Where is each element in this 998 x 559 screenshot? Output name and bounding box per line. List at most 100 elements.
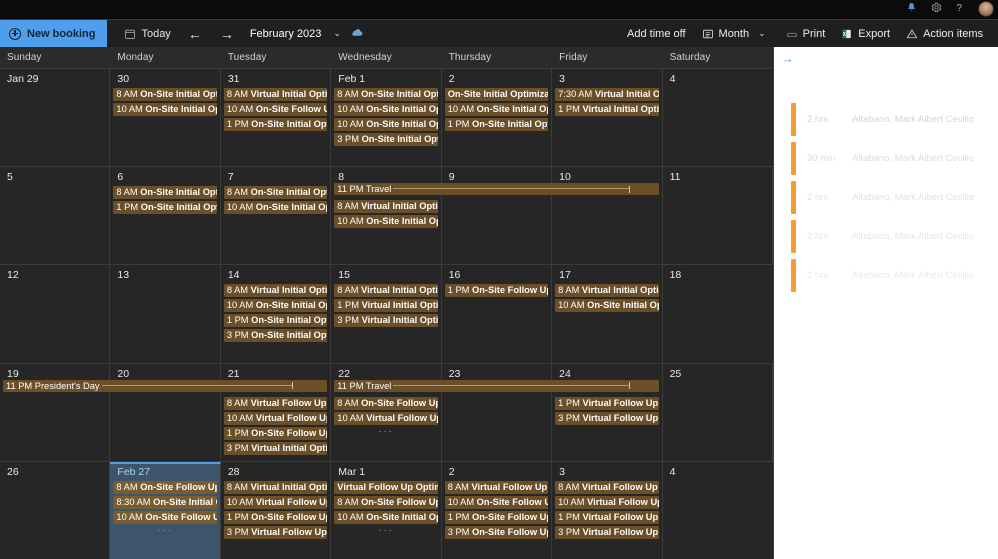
calendar-day-cell[interactable]: 30 8 AM On-Site Initial Optimi 10 AM On-Si… (110, 69, 221, 167)
expand-panel-arrow-icon[interactable]: → (774, 47, 794, 65)
date-picker-chevron-down-icon[interactable]: ⌄ (329, 24, 345, 43)
calendar-day-cell[interactable]: 12 (0, 265, 111, 363)
calendar-day-cell[interactable]: 228 AM On-Site Follow Up Op10 AM Virtual… (331, 363, 442, 461)
calendar-event-chip[interactable]: 8 AM On-Site Initial Optim (334, 88, 438, 101)
calendar-event-chip[interactable]: 8 AM Virtual Initial Optimiz (223, 480, 328, 494)
calendar-day-cell[interactable]: 23 (442, 363, 553, 461)
add-time-off-button[interactable]: Add time off (620, 24, 693, 44)
calendar-event-chip[interactable]: 1 PM On-Site Initial Optimi (223, 314, 328, 328)
calendar-event-chip[interactable]: Virtual Follow Up Optimizat (334, 480, 438, 494)
calendar-event-chip[interactable]: 1 PM On-Site Initial Optimi (444, 118, 549, 131)
calendar-event-chip[interactable]: 8 AM Virtual Initial Optimiz (334, 200, 438, 214)
calendar-event-chip[interactable]: 10 AM On-Site Follow Up O (223, 103, 328, 116)
calendar-event-chip[interactable]: 8 AM On-Site Initial Optimi (113, 88, 217, 101)
calendar-event-chip[interactable]: 10 AM On-Site Initial Optim (223, 299, 328, 313)
appointment-list-item[interactable]: 30 min Altabano, Mark Albert Cecilio (774, 139, 998, 178)
calendar-event-chip[interactable]: 3 PM Virtual Follow Up Opt (223, 525, 328, 539)
calendar-event-chip[interactable]: 3 PM Virtual Follow Up Opt (555, 411, 659, 425)
calendar-day-cell[interactable]: 148 AM Virtual Initial Optimiz10 AM On-S… (221, 265, 332, 363)
calendar-event-chip[interactable]: 8 AM On-Site Follow Up Op (113, 480, 217, 494)
calendar-event-chip[interactable]: 8 AM On-Site Follow Up Op (334, 396, 438, 410)
calendar-day-cell[interactable]: 4 (663, 462, 773, 559)
more-events-indicator[interactable]: ··· (334, 426, 437, 437)
calendar-event-chip[interactable]: 8 AM On-Site Initial Optimi (113, 186, 217, 200)
calendar-day-cell[interactable]: 10 (552, 167, 663, 265)
appointment-list-item[interactable]: 2 hrs Altabano, Mark Albert Cecilio (774, 100, 998, 139)
calendar-event-chip[interactable]: 10 AM On-Site Initial Optim (555, 299, 659, 313)
export-button[interactable]: Export (834, 24, 897, 44)
calendar-day-cell[interactable]: 158 AM Virtual Initial Optimiz1 PM Virtu… (331, 265, 442, 363)
calendar-day-cell[interactable]: Feb 18 AM On-Site Initial Optim10 AM On-… (331, 69, 442, 167)
notification-bell-icon[interactable] (906, 2, 917, 16)
calendar-day-cell[interactable]: 16 1 PM On-Site Follow Up Op (442, 265, 553, 363)
calendar-event-chip[interactable]: 8 AM Virtual Follow Up Opt (555, 480, 659, 494)
calendar-day-cell[interactable]: 68 AM On-Site Initial Optimi1 PM On-Site… (110, 167, 221, 265)
calendar-day-cell[interactable]: 218 AM Virtual Follow Up Opt10 AM Virtua… (221, 363, 332, 461)
all-day-span-event[interactable]: 11 PM Travel (334, 183, 659, 196)
calendar-day-cell[interactable]: 13 (110, 265, 221, 363)
user-avatar[interactable] (978, 1, 994, 17)
calendar-event-chip[interactable]: 10 AM On-Site Initial Optim (334, 103, 438, 116)
calendar-day-cell[interactable]: 88 AM Virtual Initial Optimiz10 AM On-Si… (331, 167, 442, 265)
calendar-event-chip[interactable]: 1 PM Virtual Follow Up Opt (555, 510, 659, 524)
calendar-event-chip[interactable]: 10 AM On-Site Initial Optim (334, 118, 438, 131)
calendar-event-chip[interactable]: 3 PM On-Site Follow Up Op (444, 525, 549, 539)
appointment-list-item[interactable]: 2 hrs Altabano, Mark Albert Cecilio (774, 178, 998, 217)
calendar-event-chip[interactable]: 8 AM Virtual Follow Up Opt (223, 396, 328, 410)
calendar-event-chip[interactable]: 8 AM On-Site Initial Optimi (223, 186, 328, 200)
settings-gear-icon[interactable] (931, 2, 942, 16)
help-question-icon[interactable]: ? (956, 4, 962, 14)
calendar-event-chip[interactable]: 1 PM Virtual Initial Optimiz (555, 103, 659, 116)
calendar-day-cell[interactable]: 11 (663, 167, 773, 265)
today-button[interactable]: Today (117, 24, 177, 44)
calendar-event-chip[interactable]: 1 PM On-Site Follow Up Op (223, 510, 328, 524)
calendar-event-chip[interactable]: 8:30 AM On-Site Initial Opti (113, 495, 217, 509)
appointment-list-item[interactable]: 2 hrs Altabano, Mark Albert Cecilio (774, 217, 998, 256)
calendar-day-cell[interactable]: 241 PM Virtual Follow Up Opt3 PM Virtual… (552, 363, 663, 461)
calendar-event-chip[interactable]: 3 PM On-Site Initial Optimi (223, 329, 328, 343)
calendar-event-chip[interactable]: 10 AM On-Site Follow Up O (113, 510, 217, 524)
calendar-event-chip[interactable]: 10 AM On-Site Initial Optim (113, 103, 217, 116)
calendar-event-chip[interactable]: 7:30 AM Virtual Initial Optim (555, 88, 659, 101)
calendar-event-chip[interactable]: 10 AM On-Site Initial Optim (334, 510, 438, 524)
calendar-day-cell[interactable]: Mar 1 Virtual Follow Up Optimizat 8 AM On-… (331, 461, 442, 559)
calendar-event-chip[interactable]: 1 PM Virtual Initial Optimiz (334, 299, 438, 313)
previous-month-button[interactable]: ← (180, 24, 210, 44)
calendar-event-chip[interactable]: 8 AM Virtual Follow Up Opt (444, 480, 549, 494)
calendar-day-cell[interactable]: 9 (442, 167, 553, 265)
calendar-event-chip[interactable]: 8 AM Virtual Initial Optimiz (555, 284, 659, 298)
calendar-event-chip[interactable]: 10 AM On-Site Initial Optim (334, 215, 438, 229)
calendar-event-chip[interactable]: 3 PM Virtual Initial Optimiz (223, 441, 328, 455)
new-booking-button[interactable]: New booking (0, 19, 108, 48)
calendar-day-cell[interactable]: 18 (663, 265, 773, 362)
calendar-event-chip[interactable]: 1 PM On-Site Follow Up Op (223, 426, 328, 440)
calendar-event-chip[interactable]: 10 AM On-Site Follow Up O (444, 495, 549, 509)
calendar-event-chip[interactable]: On-Site Initial Optimization (444, 88, 549, 101)
calendar-day-cell-selected[interactable]: Feb 278 AM On-Site Follow Up Op8:30 AM O… (110, 461, 221, 559)
calendar-day-cell[interactable]: 5 (0, 167, 111, 265)
next-month-button[interactable]: → (212, 24, 242, 44)
calendar-day-cell[interactable]: 19 (0, 363, 111, 461)
calendar-day-cell[interactable]: 3 7:30 AM Virtual Initial Optim 1 PM Virtu… (552, 69, 663, 167)
all-day-span-event[interactable]: 11 PM President's Day (3, 379, 328, 392)
calendar-event-chip[interactable]: 1 PM On-Site Follow Up Op (444, 510, 549, 524)
calendar-event-chip[interactable]: 10 AM Virtual Follow Up Op (223, 411, 328, 425)
calendar-event-chip[interactable]: 3 PM On-Site Initial Optimi (334, 133, 438, 146)
calendar-day-cell[interactable]: 28 AM Virtual Follow Up Opt10 AM On-Site… (442, 461, 553, 559)
calendar-event-chip[interactable]: 10 AM Virtual Follow Up Op (334, 411, 438, 425)
calendar-event-chip[interactable]: 10 AM On-Site Initial Optim (444, 103, 549, 116)
calendar-day-cell[interactable]: 178 AM Virtual Initial Optimiz10 AM On-S… (552, 265, 663, 363)
calendar-day-cell[interactable]: 2 On-Site Initial Optimization 10 AM On-Si… (442, 69, 553, 167)
calendar-event-chip[interactable]: 10 AM Virtual Follow Up Op (223, 495, 328, 509)
calendar-event-chip[interactable]: 8 AM Virtual Initial Optimiz (334, 284, 438, 298)
calendar-event-chip[interactable]: 1 PM On-Site Initial Optimi (223, 118, 328, 131)
action-items-button[interactable]: Action items (899, 24, 990, 44)
calendar-event-chip[interactable]: 8 AM Virtual Initial Optimiz (223, 88, 328, 101)
calendar-event-chip[interactable]: 3 PM Virtual Follow Up Opt (555, 525, 659, 539)
calendar-event-chip[interactable]: 1 PM On-Site Follow Up Op (444, 284, 549, 298)
calendar-day-cell[interactable]: 25 (663, 363, 773, 461)
calendar-event-chip[interactable]: 8 AM On-Site Follow Up Op (334, 495, 438, 509)
calendar-event-chip[interactable]: 3 PM Virtual Initial Optimiz (334, 314, 438, 328)
appointment-list-item[interactable]: 2 hrs Altabano, Mark Albert Cecilio (774, 256, 998, 295)
more-events-indicator[interactable]: ··· (113, 525, 216, 536)
